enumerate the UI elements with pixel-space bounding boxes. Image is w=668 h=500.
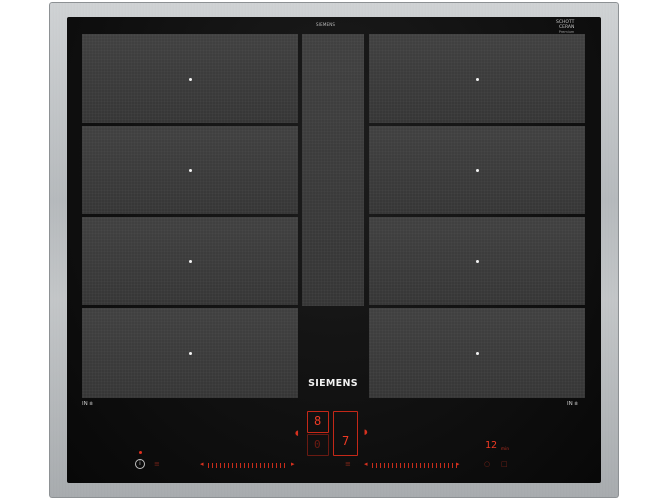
power-display-left-lower[interactable]: 0 — [307, 434, 329, 456]
left-zone-4[interactable] — [82, 308, 298, 398]
schott-ceran-logo: SCHOTT CERAN Premium — [556, 20, 575, 34]
power-slider-left[interactable] — [208, 462, 288, 468]
right-zone-2[interactable] — [369, 126, 585, 214]
lock-icon[interactable]: ≡ — [154, 461, 160, 468]
plus-icon-right[interactable]: ▸ — [456, 461, 460, 468]
minus-icon-left[interactable]: ◂ — [200, 461, 204, 468]
info-icon[interactable]: i — [135, 459, 145, 469]
right-zone-select-icon[interactable]: ◗ — [364, 429, 368, 436]
minus-icon-right[interactable]: ◂ — [364, 461, 368, 468]
top-brand-text: SIEMENS — [316, 22, 336, 27]
right-zone-1[interactable] — [369, 34, 585, 123]
brand-logo: SIEMENS — [308, 378, 358, 389]
clock-icon[interactable]: □ — [501, 461, 508, 468]
right-induction-mark: IN ⩧ — [567, 401, 578, 407]
zone-center-mark — [189, 352, 192, 355]
left-zone-2[interactable] — [82, 126, 298, 214]
power-display-left[interactable]: 8 — [307, 411, 329, 433]
timer-unit: min — [501, 446, 510, 451]
power-led — [139, 451, 142, 454]
zone-center-mark — [189, 169, 192, 172]
center-strip — [302, 34, 364, 306]
zone-center-mark — [189, 77, 192, 81]
zone-center-mark — [476, 169, 479, 172]
bridge-icon[interactable]: ≡ — [345, 461, 351, 468]
zone-center-mark — [189, 260, 192, 263]
left-zone-select-icon[interactable]: ◖ — [295, 430, 299, 437]
plus-icon-left[interactable]: ▸ — [291, 461, 295, 468]
power-slider-right[interactable] — [372, 462, 460, 468]
timer-display: 12 — [485, 440, 498, 451]
zone-center-mark — [476, 260, 479, 263]
right-zone-4[interactable] — [369, 308, 585, 398]
left-zone-3[interactable] — [82, 217, 298, 305]
zone-center-mark — [476, 352, 479, 355]
left-zone-1[interactable] — [82, 34, 298, 123]
power-display-right[interactable]: 7 — [333, 411, 358, 456]
zone-center-mark — [476, 77, 479, 81]
left-induction-mark: IN ⩧ — [82, 401, 93, 407]
timer-icon[interactable]: ○ — [484, 461, 490, 468]
right-zone-3[interactable] — [369, 217, 585, 305]
